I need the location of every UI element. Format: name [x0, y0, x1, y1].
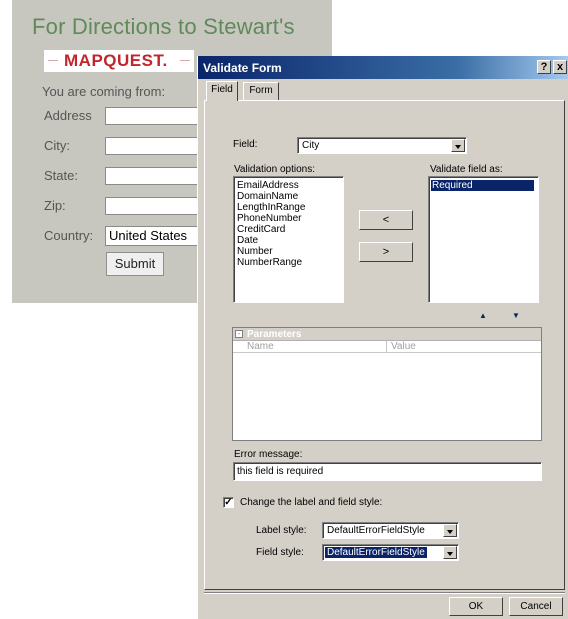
list-item[interactable]: NumberRange: [237, 257, 302, 268]
label-style-value: DefaultErrorFieldStyle: [327, 525, 425, 536]
list-item[interactable]: Number: [237, 246, 273, 257]
zip-label: Zip:: [44, 198, 66, 213]
parameters-header: - Parameters: [233, 328, 541, 341]
help-button[interactable]: ?: [537, 60, 551, 74]
list-item[interactable]: EmailAddress: [237, 180, 299, 191]
label-style-label: Label style:: [256, 525, 307, 536]
field-style-label: Field style:: [256, 547, 304, 558]
directions-heading: For Directions to Stewart's: [32, 14, 295, 39]
parameters-grid[interactable]: - Parameters Name Value: [232, 327, 542, 441]
validate-form-dialog: Validate Form ? x Field Form Field: City…: [197, 56, 568, 619]
city-label: City:: [44, 138, 70, 153]
name-column-header: Name: [247, 341, 274, 352]
mapquest-logo: MAPQUEST.: [44, 50, 194, 72]
tab-field[interactable]: Field: [206, 81, 238, 101]
move-up-icon[interactable]: ▲: [479, 311, 487, 320]
field-style-value: DefaultErrorFieldStyle: [325, 547, 427, 558]
change-style-checkbox[interactable]: ✓: [223, 497, 234, 508]
ok-button[interactable]: OK: [449, 597, 503, 616]
field-style-select[interactable]: DefaultErrorFieldStyle: [322, 544, 459, 561]
state-label: State:: [44, 168, 78, 183]
list-item[interactable]: CreditCard: [237, 224, 285, 235]
validation-options-list[interactable]: EmailAddress DomainName LengthInRange Ph…: [233, 176, 344, 303]
footer-divider: [204, 592, 565, 594]
field-label: Field:: [233, 139, 258, 150]
coming-from-label: You are coming from:: [42, 84, 166, 99]
move-down-icon[interactable]: ▼: [512, 311, 520, 320]
close-button[interactable]: x: [553, 60, 567, 74]
cancel-button[interactable]: Cancel: [509, 597, 563, 616]
error-message-value: this field is required: [237, 466, 324, 477]
error-message-input[interactable]: this field is required: [233, 462, 542, 481]
submit-button[interactable]: Submit: [106, 252, 164, 276]
tab-form[interactable]: Form: [243, 82, 279, 100]
column-separator: [386, 341, 387, 353]
parameters-title: Parameters: [247, 329, 302, 340]
field-select-value: City: [302, 140, 320, 151]
chevron-down-icon[interactable]: [443, 546, 457, 559]
move-right-button[interactable]: >: [359, 242, 413, 262]
dialog-titlebar[interactable]: Validate Form ? x: [198, 56, 568, 79]
error-message-label: Error message:: [234, 449, 303, 460]
mapquest-logo-text: MAPQUEST.: [64, 51, 168, 70]
parameters-columns: Name Value: [233, 341, 541, 353]
list-item[interactable]: PhoneNumber: [237, 213, 301, 224]
change-style-label: Change the label and field style:: [240, 497, 383, 508]
value-column-header: Value: [391, 341, 416, 352]
country-label: Country:: [44, 228, 94, 243]
list-item[interactable]: Required: [431, 180, 534, 191]
label-style-select[interactable]: DefaultErrorFieldStyle: [322, 522, 459, 539]
validate-as-label: Validate field as:: [430, 164, 503, 175]
collapse-icon[interactable]: -: [235, 330, 243, 338]
address-label: Address: [44, 108, 92, 123]
list-item[interactable]: Date: [237, 235, 258, 246]
dialog-title: Validate Form: [203, 61, 282, 75]
validation-options-label: Validation options:: [234, 164, 315, 175]
validate-as-list[interactable]: Required: [428, 176, 539, 303]
field-select[interactable]: City: [297, 137, 467, 154]
list-item[interactable]: LengthInRange: [237, 202, 305, 213]
chevron-down-icon[interactable]: [443, 524, 457, 537]
move-left-button[interactable]: <: [359, 210, 413, 230]
chevron-down-icon[interactable]: [451, 139, 465, 152]
list-item[interactable]: DomainName: [237, 191, 298, 202]
